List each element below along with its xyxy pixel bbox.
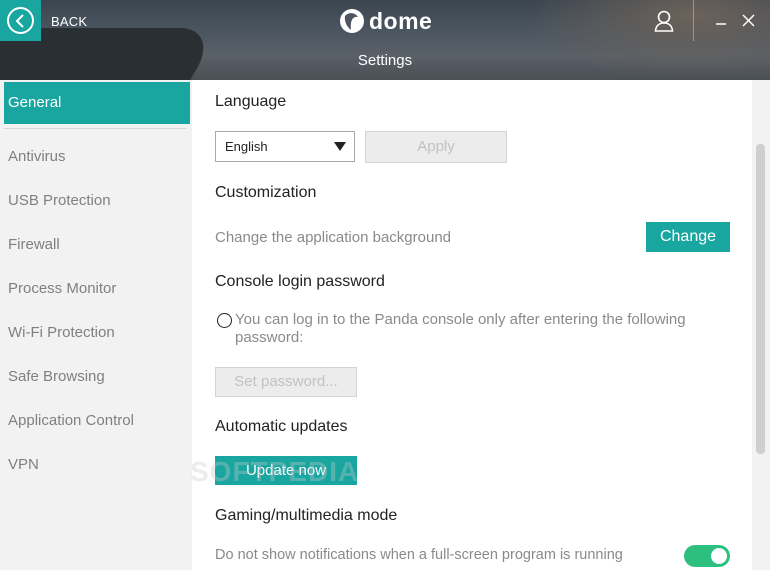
- sidebar: General Antivirus USB Protection Firewal…: [0, 80, 192, 570]
- set-password-button[interactable]: Set password...: [215, 367, 357, 397]
- sidebar-item-firewall[interactable]: Firewall: [0, 223, 192, 267]
- updates-heading: Automatic updates: [215, 418, 348, 435]
- minimize-icon: [716, 22, 726, 25]
- close-button[interactable]: [736, 0, 760, 41]
- sidebar-item-general[interactable]: General: [4, 82, 190, 124]
- customization-heading: Customization: [215, 184, 317, 201]
- account-button[interactable]: [648, 0, 680, 41]
- panda-logo-icon: [340, 9, 364, 33]
- language-select[interactable]: English: [215, 131, 355, 162]
- gaming-mode-description: Do not show notifications when a full-sc…: [215, 547, 623, 563]
- chevron-left-icon: [7, 7, 34, 34]
- user-icon: [654, 10, 674, 32]
- softpedia-watermark: SOFTPEDIA: [190, 456, 360, 487]
- general-settings: Language English Apply Customization Cha…: [192, 80, 752, 570]
- sidebar-item-process-monitor[interactable]: Process Monitor: [0, 267, 192, 311]
- customization-description: Change the application background: [215, 229, 452, 246]
- sidebar-item-antivirus[interactable]: Antivirus: [0, 135, 192, 179]
- sidebar-item-usb-protection[interactable]: USB Protection: [0, 179, 192, 223]
- sidebar-item-application-control[interactable]: Application Control: [0, 399, 192, 443]
- apply-button[interactable]: Apply: [365, 131, 507, 163]
- chevron-down-icon: [334, 142, 346, 151]
- sidebar-item-safe-browsing[interactable]: Safe Browsing: [0, 355, 192, 399]
- toggle-knob: [711, 548, 727, 564]
- settings-panel: General Antivirus USB Protection Firewal…: [0, 80, 770, 570]
- language-heading: Language: [215, 93, 287, 110]
- change-background-button[interactable]: Change: [646, 222, 730, 252]
- language-select-value: English: [225, 139, 268, 154]
- back-label[interactable]: BACK: [51, 14, 87, 29]
- minimize-button[interactable]: [708, 0, 734, 41]
- password-option-text: You can log in to the Panda console only…: [235, 311, 686, 346]
- gaming-mode-heading: Gaming/multimedia mode: [215, 507, 398, 524]
- page-title: Settings: [357, 52, 413, 69]
- header-divider: [693, 0, 694, 41]
- password-radio[interactable]: [217, 313, 232, 328]
- logo-text: dome: [369, 7, 433, 34]
- gaming-mode-toggle[interactable]: [684, 545, 730, 567]
- scrollbar-thumb[interactable]: [756, 144, 765, 454]
- sidebar-item-vpn[interactable]: VPN: [0, 443, 192, 487]
- sidebar-divider: [4, 128, 186, 129]
- app-logo: dome: [339, 6, 432, 36]
- sidebar-item-wifi-protection[interactable]: Wi-Fi Protection: [0, 311, 192, 355]
- console-password-heading: Console login password: [215, 273, 385, 290]
- close-icon: [741, 14, 755, 27]
- back-button[interactable]: [0, 0, 41, 41]
